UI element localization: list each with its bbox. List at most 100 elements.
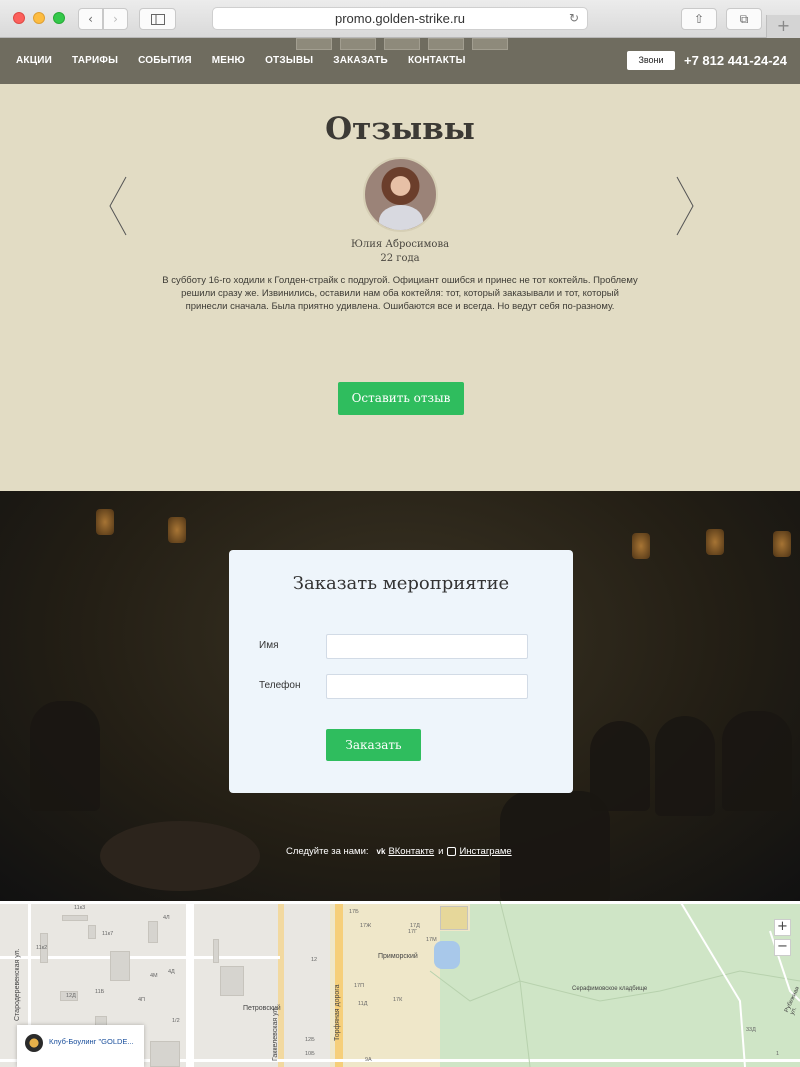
building-number: 11к7 xyxy=(102,931,114,937)
name-label: Имя xyxy=(259,640,279,651)
next-review-arrow-icon[interactable] xyxy=(675,176,695,236)
building-number: 33Д xyxy=(746,1027,756,1033)
reviews-section: Отзывы Юлия Абросимова 22 года В субботу… xyxy=(0,84,800,491)
site-navbar: АКЦИИ ТАРИФЫ СОБЫТИЯ МЕНЮ ОТЗЫВЫ ЗАКАЗАТ… xyxy=(0,38,800,84)
chair-decoration xyxy=(655,716,715,816)
building-number: 10Б xyxy=(305,1051,315,1057)
lamp-decoration xyxy=(168,517,186,543)
leave-review-button[interactable]: Оставить отзыв xyxy=(338,382,464,415)
instagram-link[interactable]: Инстаграме xyxy=(459,846,511,857)
browser-toolbar: ‹ › promo.golden-strike.ru ↻ ⇧ ⧉ + xyxy=(0,0,800,38)
street-label: Гаккелевская ул. xyxy=(272,1006,279,1062)
reload-icon[interactable]: ↻ xyxy=(569,8,579,29)
nav-item-tariffs[interactable]: ТАРИФЫ xyxy=(72,55,118,66)
building-number: 17К xyxy=(393,997,403,1003)
tabs-icon: ⧉ xyxy=(739,12,749,26)
building-number: 12 xyxy=(311,957,318,963)
address-bar[interactable]: promo.golden-strike.ru ↻ xyxy=(212,7,588,30)
place-label: Петровский xyxy=(243,1005,281,1012)
gallery-thumbnails xyxy=(296,38,516,50)
zoom-out-button[interactable]: − xyxy=(774,939,791,956)
chair-decoration xyxy=(500,791,610,901)
instagram-icon xyxy=(447,847,457,856)
and-text: и xyxy=(438,846,444,857)
building-number: 17П xyxy=(354,983,365,989)
social-links: Следуйте за нами: vk ВКонтакте и Инстагр… xyxy=(286,846,512,857)
show-tabs-button[interactable]: ⧉ xyxy=(726,8,762,30)
nav-item-events[interactable]: СОБЫТИЯ xyxy=(138,55,192,66)
back-button[interactable]: ‹ xyxy=(78,8,103,30)
zoom-window-button[interactable] xyxy=(53,12,65,24)
building-number: 17Г xyxy=(408,929,418,935)
close-window-button[interactable] xyxy=(13,12,25,24)
name-input[interactable] xyxy=(326,634,528,659)
nav-menu: АКЦИИ ТАРИФЫ СОБЫТИЯ МЕНЮ ОТЗЫВЫ ЗАКАЗАТ… xyxy=(16,55,486,66)
forward-button[interactable]: › xyxy=(103,8,128,30)
sidebar-toggle-button[interactable] xyxy=(139,8,176,30)
reviews-title: Отзывы xyxy=(325,111,475,147)
reviewer-name: Юлия Абросимова xyxy=(350,239,450,250)
building-number: 12Б xyxy=(305,1037,315,1043)
chevron-left-icon: ‹ xyxy=(88,12,93,26)
share-icon: ⇧ xyxy=(693,12,705,26)
zoom-in-button[interactable]: + xyxy=(774,919,791,936)
nav-item-contacts[interactable]: КОНТАКТЫ xyxy=(408,55,466,66)
map-place-title[interactable]: Клуб-Боулинг "GOLDE... xyxy=(49,1037,134,1046)
order-form-title: Заказать мероприятие xyxy=(292,573,510,594)
lamp-decoration xyxy=(632,533,650,559)
vk-icon: vk xyxy=(376,847,386,856)
location-map[interactable]: Стародеревенская ул. Гаккелевская ул. То… xyxy=(0,901,800,1067)
building-number: 4М xyxy=(150,973,158,979)
street-label: Торфяная дорога xyxy=(334,984,341,1041)
minimize-window-button[interactable] xyxy=(33,12,45,24)
url-text: promo.golden-strike.ru xyxy=(334,11,466,26)
building-number: 11Д xyxy=(358,1001,368,1007)
building-number: 17М xyxy=(426,937,437,943)
club-logo-icon xyxy=(25,1034,43,1052)
phone-label: Телефон xyxy=(259,680,301,691)
gallery-thumbnail[interactable] xyxy=(384,38,420,50)
call-button[interactable]: Звони xyxy=(627,51,675,70)
building-number: 4Л xyxy=(163,915,170,921)
street-label: Стародеревенская ул. xyxy=(14,948,21,1021)
place-label: Серафимовское кладбище xyxy=(572,986,648,992)
building-number: 11к2 xyxy=(36,945,48,951)
gallery-thumbnail[interactable] xyxy=(472,38,508,50)
building-number: 4П xyxy=(138,997,146,1003)
gallery-thumbnail[interactable] xyxy=(340,38,376,50)
share-button[interactable]: ⇧ xyxy=(681,8,717,30)
sidebar-icon xyxy=(150,14,165,25)
new-tab-button[interactable]: + xyxy=(766,15,800,38)
chair-decoration xyxy=(722,711,792,811)
review-text: В субботу 16-го ходили к Голден-страйк с… xyxy=(162,275,638,312)
nav-item-order[interactable]: ЗАКАЗАТЬ xyxy=(333,55,388,66)
building-number: 1 xyxy=(776,1051,780,1057)
table-decoration xyxy=(100,821,260,891)
order-form: Заказать мероприятие Имя Телефон Заказат… xyxy=(229,550,573,793)
gallery-thumbnail[interactable] xyxy=(428,38,464,50)
building-number: 4Д xyxy=(168,969,175,975)
phone-number[interactable]: +7 812 441-24-24 xyxy=(684,53,787,68)
nav-item-menu[interactable]: МЕНЮ xyxy=(212,55,245,66)
place-label: Приморский xyxy=(378,953,418,960)
phone-input[interactable] xyxy=(326,674,528,699)
previous-review-arrow-icon[interactable] xyxy=(108,176,128,236)
building-number: 17Ж xyxy=(360,923,372,929)
building-number: 11к3 xyxy=(74,905,86,911)
plus-icon: + xyxy=(776,16,791,35)
building-number: 1/2 xyxy=(172,1018,180,1024)
lamp-decoration xyxy=(706,529,724,555)
vk-link[interactable]: ВКонтакте xyxy=(388,846,434,857)
building-number: 12Д xyxy=(66,993,76,999)
lamp-decoration xyxy=(773,531,791,557)
chevron-right-icon: › xyxy=(113,12,118,26)
map-place-card[interactable]: Клуб-Боулинг "GOLDE... xyxy=(17,1025,144,1067)
follow-us-label: Следуйте за нами: xyxy=(286,846,369,857)
order-event-section: Заказать мероприятие Имя Телефон Заказат… xyxy=(0,491,800,901)
gallery-thumbnail[interactable] xyxy=(296,38,332,50)
building-number: 11Б xyxy=(95,989,105,995)
reviewer-avatar xyxy=(363,157,438,232)
submit-order-button[interactable]: Заказать xyxy=(326,729,421,761)
nav-item-promotions[interactable]: АКЦИИ xyxy=(16,55,52,66)
nav-item-reviews[interactable]: ОТЗЫВЫ xyxy=(265,55,313,66)
